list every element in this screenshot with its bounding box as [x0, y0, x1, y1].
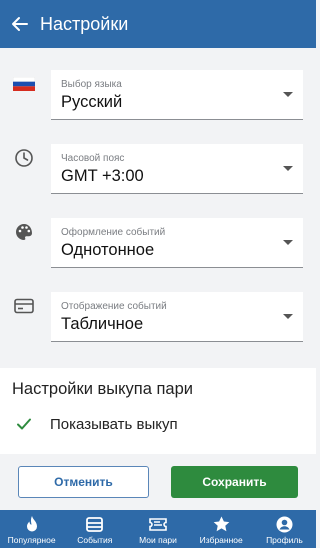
nav-label: События — [77, 535, 113, 545]
event-display-select-label: Отображение событий — [61, 301, 167, 312]
save-button[interactable]: Сохранить — [171, 466, 298, 498]
timezone-select-value: GMT +3:00 — [61, 167, 144, 185]
nav-label: Избранное — [199, 535, 243, 545]
dropdown-caret-icon — [283, 166, 293, 171]
buyout-heading: Настройки выкупа пари — [12, 380, 193, 398]
page-title: Настройки — [40, 13, 129, 34]
timezone-select-label: Часовой пояс — [61, 153, 125, 164]
language-select[interactable]: Выбор языка Русский — [51, 70, 303, 120]
app-bar: Настройки — [0, 0, 316, 48]
buyout-section: Настройки выкупа пари Показывать выкуп — [0, 368, 316, 454]
ticket-icon — [149, 515, 167, 533]
event-display-select[interactable]: Отображение событий Табличное — [51, 292, 303, 342]
nav-label: Популярное — [7, 535, 56, 545]
events-icon — [86, 515, 104, 533]
language-select-value: Русский — [61, 93, 123, 111]
russia-flag-icon — [12, 72, 36, 96]
palette-icon — [12, 220, 36, 244]
profile-icon — [275, 515, 293, 533]
back-arrow-icon[interactable] — [2, 0, 38, 48]
check-icon[interactable] — [14, 414, 34, 434]
timezone-select[interactable]: Часовой пояс GMT +3:00 — [51, 144, 303, 194]
event-style-select-value: Однотонное — [61, 241, 155, 259]
flame-icon — [23, 515, 41, 533]
dropdown-caret-icon — [283, 240, 293, 245]
event-style-setting: Оформление событий Однотонное — [0, 196, 316, 270]
language-setting: Выбор языка Русский — [0, 48, 316, 122]
clock-icon — [12, 146, 36, 170]
show-buyout-option[interactable]: Показывать выкуп — [0, 406, 316, 442]
event-display-setting: Отображение событий Табличное — [0, 270, 316, 344]
event-style-select[interactable]: Оформление событий Однотонное — [51, 218, 303, 268]
cancel-button[interactable]: Отменить — [18, 466, 149, 498]
nav-item-events[interactable]: События — [63, 510, 126, 548]
dropdown-caret-icon — [283, 314, 293, 319]
dropdown-caret-icon — [283, 92, 293, 97]
nav-item-favorites[interactable]: Избранное — [190, 510, 253, 548]
card-icon — [12, 294, 36, 318]
star-icon — [212, 515, 230, 533]
bottom-navigation: Популярное События Мои пари Избранное Пр… — [0, 510, 316, 548]
nav-item-popular[interactable]: Популярное — [0, 510, 63, 548]
nav-label: Профиль — [266, 535, 303, 545]
show-buyout-label: Показывать выкуп — [50, 415, 178, 433]
nav-item-my-bets[interactable]: Мои пари — [126, 510, 189, 548]
nav-item-profile[interactable]: Профиль — [253, 510, 316, 548]
language-select-label: Выбор языка — [61, 79, 122, 90]
action-bar: Отменить Сохранить — [0, 454, 316, 510]
settings-list: Выбор языка Русский Часовой пояс GMT +3:… — [0, 48, 316, 368]
nav-label: Мои пари — [139, 535, 177, 545]
event-style-select-label: Оформление событий — [61, 227, 166, 238]
event-display-select-value: Табличное — [61, 315, 144, 333]
timezone-setting: Часовой пояс GMT +3:00 — [0, 122, 316, 196]
